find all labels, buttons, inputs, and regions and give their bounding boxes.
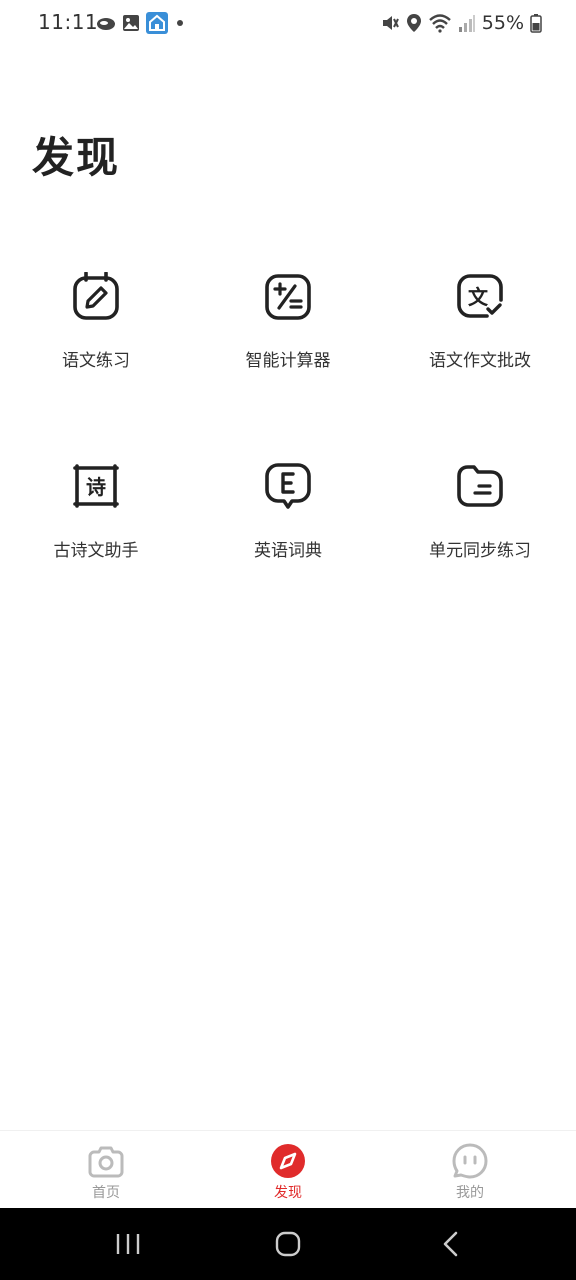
recent-apps-icon[interactable] — [108, 1226, 148, 1262]
svg-text:诗: 诗 — [86, 475, 106, 499]
battery-percent: 55% — [481, 12, 524, 34]
feature-grid: 语文练习 智能计算器 文 语文作文批改 诗 古诗文助手 英语词典 单元同步练习 — [0, 268, 576, 648]
feature-label: 古诗文助手 — [53, 541, 139, 561]
location-icon — [406, 14, 421, 32]
poem-scroll-icon: 诗 — [73, 464, 119, 508]
feature-label: 语文练习 — [62, 351, 130, 371]
feature-row: 诗 古诗文助手 英语词典 单元同步练习 — [0, 458, 576, 648]
feature-essay-correction[interactable]: 文 语文作文批改 — [384, 268, 576, 378]
feature-label: 语文作文批改 — [429, 351, 531, 371]
tab-label: 发现 — [274, 1185, 302, 1201]
compass-icon — [271, 1144, 305, 1178]
feature-chinese-practice[interactable]: 语文练习 — [0, 268, 192, 378]
mute-icon — [382, 16, 399, 30]
app-icon — [146, 12, 168, 34]
tab-discover[interactable]: 发现 — [192, 1131, 384, 1209]
back-icon[interactable] — [430, 1226, 470, 1262]
text-check-icon: 文 — [457, 274, 503, 318]
status-bar: 11:11 55% — [0, 0, 576, 46]
signal-icon — [458, 15, 475, 32]
english-bubble-icon — [265, 463, 311, 509]
status-system-icons: 55% — [380, 10, 542, 36]
bottom-nav: 首页 发现 我的 — [0, 1130, 576, 1208]
feature-smart-calculator[interactable]: 智能计算器 — [192, 268, 384, 378]
system-nav-bar — [0, 1208, 576, 1280]
cloud-icon — [97, 18, 115, 30]
home-icon[interactable] — [268, 1226, 308, 1262]
folder-icon — [457, 465, 503, 507]
feature-row: 语文练习 智能计算器 文 语文作文批改 — [0, 268, 576, 458]
battery-icon — [530, 14, 542, 33]
calculator-icon — [265, 274, 311, 320]
tab-label: 首页 — [92, 1185, 120, 1201]
camera-icon — [88, 1146, 124, 1178]
feature-unit-practice[interactable]: 单元同步练习 — [384, 458, 576, 568]
svg-text:文: 文 — [468, 285, 489, 309]
status-notification-icons — [96, 12, 186, 34]
tab-label: 我的 — [456, 1185, 484, 1201]
dot-icon — [177, 20, 183, 26]
pencil-calendar-icon — [73, 272, 119, 320]
tab-profile[interactable]: 我的 — [374, 1131, 566, 1209]
image-icon — [123, 15, 139, 31]
feature-poem-assistant[interactable]: 诗 古诗文助手 — [0, 458, 192, 568]
feature-label: 单元同步练习 — [429, 541, 531, 561]
feature-label: 英语词典 — [254, 541, 322, 561]
tab-home[interactable]: 首页 — [10, 1131, 202, 1209]
wifi-icon — [428, 14, 451, 33]
feature-label: 智能计算器 — [245, 351, 331, 371]
feature-english-dictionary[interactable]: 英语词典 — [192, 458, 384, 568]
page-title: 发现 — [32, 133, 121, 182]
status-time: 11:11 — [38, 10, 99, 34]
chat-face-icon — [452, 1143, 488, 1179]
